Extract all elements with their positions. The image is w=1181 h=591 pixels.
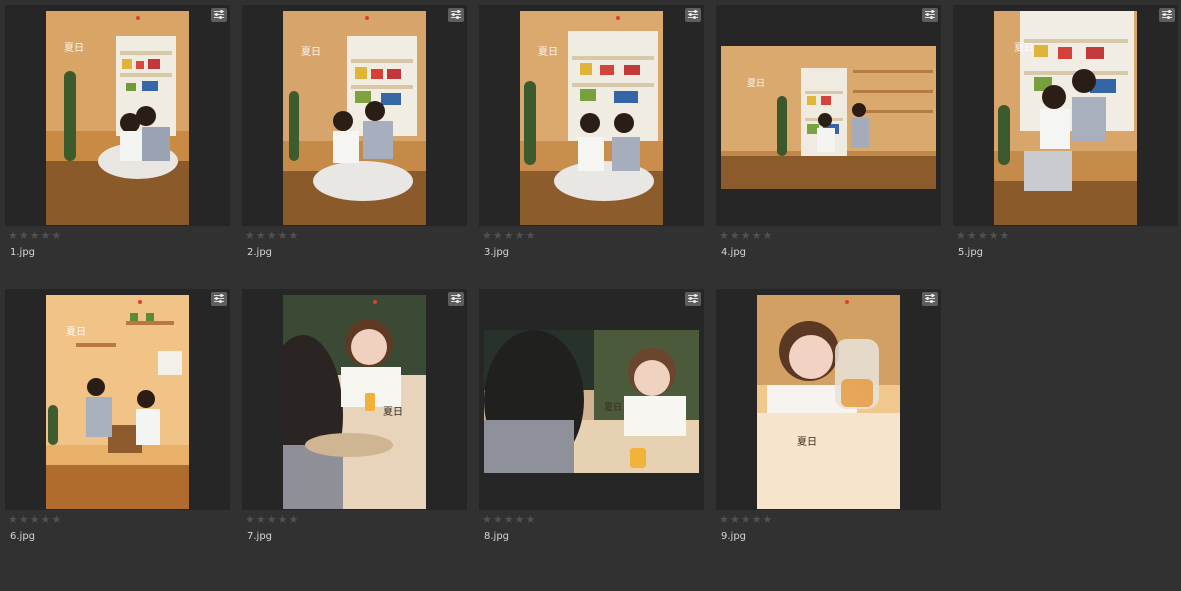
star-rating[interactable]: ★★★★★ <box>245 514 299 526</box>
photo-thumbnail[interactable]: 夏日 <box>283 11 426 225</box>
photo-thumbnail[interactable]: 夏日 <box>484 330 699 473</box>
photo-image: 夏日 <box>283 11 426 225</box>
filename-label: 2.jpg <box>247 247 273 258</box>
svg-text:夏日: 夏日 <box>66 326 86 338</box>
photo-image: 夏日 <box>484 330 699 473</box>
sliders-icon[interactable] <box>448 8 464 22</box>
star-rating[interactable]: ★★★★★ <box>8 514 62 526</box>
svg-text:夏日: 夏日 <box>383 406 403 418</box>
sliders-icon[interactable] <box>448 292 464 306</box>
star-rating[interactable]: ★★★★★ <box>719 514 773 526</box>
thumbnail-frame[interactable]: 夏日 <box>242 5 467 226</box>
sliders-icon[interactable] <box>922 292 938 306</box>
filename-label: 9.jpg <box>721 531 747 542</box>
filename-label: 3.jpg <box>484 247 510 258</box>
filename-label: 1.jpg <box>10 247 36 258</box>
filename-label: 4.jpg <box>721 247 747 258</box>
filename-label: 6.jpg <box>10 531 36 542</box>
filename-label: 8.jpg <box>484 531 510 542</box>
sliders-icon[interactable] <box>685 292 701 306</box>
photo-image: 夏日 <box>757 295 900 509</box>
thumbnail-frame[interactable]: 夏日 <box>479 5 704 226</box>
thumbnail-cell-3[interactable]: 夏日 ★★★★★ 3.jpg <box>479 5 704 275</box>
photo-thumbnail[interactable]: 夏日 <box>721 46 936 189</box>
star-rating[interactable]: ★★★★★ <box>956 230 1010 242</box>
photo-image: 夏日 <box>46 295 189 509</box>
photo-image: 夏日 <box>283 295 426 509</box>
thumbnail-frame[interactable]: 夏日 <box>5 5 230 226</box>
thumbnail-cell-4[interactable]: 夏日 ★★★★★ 4.jpg <box>716 5 941 275</box>
photo-thumbnail[interactable]: 夏日 <box>520 11 663 225</box>
thumbnail-frame[interactable]: 夏日 <box>242 289 467 510</box>
sliders-icon[interactable] <box>211 8 227 22</box>
thumbnail-grid: 夏日 ★★★★★ 1.jpg 夏日 ★★★★★ 2.jpg 夏日 ★★★★★ 3… <box>0 0 1181 591</box>
sliders-icon[interactable] <box>922 8 938 22</box>
thumbnail-frame[interactable]: 夏日 <box>716 289 941 510</box>
star-rating[interactable]: ★★★★★ <box>482 514 536 526</box>
svg-text:夏日: 夏日 <box>604 402 622 413</box>
thumbnail-cell-8[interactable]: 夏日 ★★★★★ 8.jpg <box>479 289 704 559</box>
thumbnail-frame[interactable]: 夏日 <box>716 5 941 226</box>
thumbnail-cell-1[interactable]: 夏日 ★★★★★ 1.jpg <box>5 5 230 275</box>
sliders-icon[interactable] <box>685 8 701 22</box>
thumbnail-frame[interactable]: 夏日 <box>479 289 704 510</box>
svg-text:夏日: 夏日 <box>538 46 558 58</box>
star-rating[interactable]: ★★★★★ <box>482 230 536 242</box>
photo-image: 夏日 <box>46 11 189 225</box>
svg-text:夏日: 夏日 <box>301 46 321 58</box>
thumbnail-cell-5[interactable]: 夏日 ★★★★★ 5.jpg <box>953 5 1178 275</box>
sliders-icon[interactable] <box>1159 8 1175 22</box>
star-rating[interactable]: ★★★★★ <box>8 230 62 242</box>
sliders-icon[interactable] <box>211 292 227 306</box>
photo-image: 夏日 <box>721 46 936 189</box>
photo-thumbnail[interactable]: 夏日 <box>46 295 189 509</box>
thumbnail-frame[interactable]: 夏日 <box>953 5 1178 226</box>
thumbnail-cell-9[interactable]: 夏日 ★★★★★ 9.jpg <box>716 289 941 559</box>
svg-text:夏日: 夏日 <box>747 78 765 89</box>
thumbnail-frame[interactable]: 夏日 <box>5 289 230 510</box>
svg-text:夏日: 夏日 <box>1014 42 1034 54</box>
photo-thumbnail[interactable]: 夏日 <box>46 11 189 225</box>
svg-text:夏日: 夏日 <box>797 436 817 448</box>
star-rating[interactable]: ★★★★★ <box>719 230 773 242</box>
thumbnail-cell-2[interactable]: 夏日 ★★★★★ 2.jpg <box>242 5 467 275</box>
thumbnail-cell-7[interactable]: 夏日 ★★★★★ 7.jpg <box>242 289 467 559</box>
star-rating[interactable]: ★★★★★ <box>245 230 299 242</box>
photo-thumbnail[interactable]: 夏日 <box>994 11 1137 225</box>
photo-image: 夏日 <box>520 11 663 225</box>
photo-image: 夏日 <box>994 11 1137 225</box>
filename-label: 5.jpg <box>958 247 984 258</box>
svg-text:夏日: 夏日 <box>64 42 84 54</box>
photo-thumbnail[interactable]: 夏日 <box>283 295 426 509</box>
photo-thumbnail[interactable]: 夏日 <box>757 295 900 509</box>
thumbnail-cell-6[interactable]: 夏日 ★★★★★ 6.jpg <box>5 289 230 559</box>
filename-label: 7.jpg <box>247 531 273 542</box>
